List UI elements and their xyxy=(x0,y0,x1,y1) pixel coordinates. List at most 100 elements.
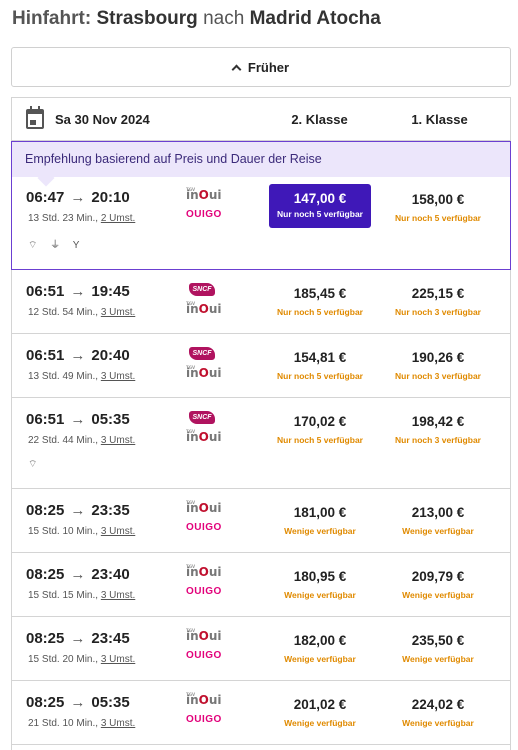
journey-times: 06:47 → 20:10 xyxy=(26,189,130,206)
amenity-icons: ⌔ xyxy=(28,459,43,470)
price-class1[interactable]: 158,00 € xyxy=(388,192,488,207)
table-row[interactable]: 08:25 → 23:40 15 Std. 15 Min., 3 Umst. inO… xyxy=(12,553,510,617)
availability-class1: Nur noch 3 verfügbar xyxy=(395,435,481,445)
price-class2[interactable]: 170,02 € xyxy=(270,414,370,429)
availability-class2: Nur noch 5 verfügbar xyxy=(277,371,363,381)
departure-time: 08:25 xyxy=(26,630,65,647)
availability-class2: Nur noch 5 verfügbar xyxy=(277,307,363,317)
changes-link[interactable]: 3 Umst. xyxy=(101,654,135,665)
changes-link[interactable]: 2 Umst. xyxy=(101,213,135,224)
arrow-right-icon: → xyxy=(70,694,86,711)
arrival-time: 05:35 xyxy=(91,411,130,428)
arrow-right-icon: → xyxy=(70,411,86,428)
journey-times: 08:25 → 23:35 xyxy=(26,502,130,519)
duration: 12 Std. 54 Min., xyxy=(28,307,99,318)
travel-date[interactable]: Sa 30 Nov 2024 xyxy=(55,112,150,127)
table-row[interactable]: 08:25 → 23:35 15 Std. 10 Min., 3 Umst. inO… xyxy=(12,489,510,553)
amenities: ⌔ xyxy=(28,458,42,471)
inoui-logo: inOui xyxy=(186,689,222,706)
table-row[interactable]: 08:25 → 05:35 21 Std. 10 Min., 3 Umst. inO… xyxy=(12,681,510,745)
arrow-right-icon: → xyxy=(70,502,86,519)
changes-link[interactable]: 3 Umst. xyxy=(101,590,135,601)
availability-class2: Wenige verfügbar xyxy=(284,654,356,664)
departure-time: 06:47 xyxy=(26,189,65,206)
journey-meta: 13 Std. 23 Min., 2 Umst. xyxy=(28,213,135,224)
table-row[interactable]: 06:51 → 05:35 22 Std. 44 Min., 3 Umst. ⌔ SN… xyxy=(12,398,510,489)
inoui-logo: inOui xyxy=(186,184,222,201)
inoui-logo: inOui xyxy=(186,561,222,578)
availability-class2: Wenige verfügbar xyxy=(284,526,356,536)
availability-class2: Nur noch 5 verfügbar xyxy=(277,209,363,219)
duration: 22 Std. 44 Min., xyxy=(28,435,99,446)
availability-class1: Wenige verfügbar xyxy=(402,590,474,600)
availability-class2: Wenige verfügbar xyxy=(284,718,356,728)
price-class2: 147,00 € xyxy=(293,191,347,206)
duration: 15 Std. 15 Min., xyxy=(28,590,99,601)
arrow-right-icon: → xyxy=(70,283,86,300)
price-class2[interactable]: 181,00 € xyxy=(270,505,370,520)
availability-class1: Wenige verfügbar xyxy=(402,718,474,728)
availability-class1: Nur noch 3 verfügbar xyxy=(395,371,481,381)
departure-time: 08:25 xyxy=(26,566,65,583)
earlier-button[interactable]: Früher xyxy=(11,47,511,87)
departure-time: 06:51 xyxy=(26,411,65,428)
ouigo-logo: OUIGO xyxy=(186,714,222,725)
price-class1[interactable]: 225,15 € xyxy=(388,286,488,301)
earlier-button-label: Früher xyxy=(247,59,290,75)
journey-meta: 13 Std. 49 Min., 3 Umst. xyxy=(28,371,135,382)
arrow-right-icon: → xyxy=(70,347,86,364)
price-class1[interactable]: 190,26 € xyxy=(388,350,488,365)
arrival-time: 20:40 xyxy=(91,347,130,364)
price-class1[interactable]: 209,79 € xyxy=(388,569,488,584)
changes-link[interactable]: 3 Umst. xyxy=(101,526,135,537)
title-connector: nach xyxy=(203,8,245,29)
title-origin: Strasbourg xyxy=(96,8,198,29)
arrow-right-icon: → xyxy=(70,630,86,647)
price-class2[interactable]: 154,81 € xyxy=(270,350,370,365)
inoui-logo: inOui xyxy=(186,625,222,642)
table-row[interactable]: 08:25 → 23:45 15 Std. 20 Min., 3 Umst. inO… xyxy=(12,617,510,681)
changes-link[interactable]: 3 Umst. xyxy=(101,435,135,446)
availability-class1: Wenige verfügbar xyxy=(402,526,474,536)
availability-class1: Nur noch 3 verfügbar xyxy=(395,307,481,317)
table-row[interactable]: 06:47 → 20:10 13 Std. 23 Min., 2 Umst. ⌔ ⏚… xyxy=(12,141,510,270)
price-class1[interactable]: 198,42 € xyxy=(388,414,488,429)
journey-meta: 15 Std. 10 Min., 3 Umst. xyxy=(28,526,135,537)
departure-time: 06:51 xyxy=(26,283,65,300)
arrival-time: 23:40 xyxy=(91,566,130,583)
sncf-logo: SNCF xyxy=(189,283,215,296)
selected-price-class2[interactable]: 147,00 € Nur noch 5 verfügbar xyxy=(269,184,371,228)
journey-times: 08:25 → 05:35 xyxy=(26,694,130,711)
journey-meta: 12 Std. 54 Min., 3 Umst. xyxy=(28,307,135,318)
arrival-time: 19:45 xyxy=(91,283,130,300)
arrival-time: 20:10 xyxy=(91,189,130,206)
journey-times: 08:25 → 23:40 xyxy=(26,566,130,583)
chevron-up-icon xyxy=(231,64,242,74)
changes-link[interactable]: 3 Umst. xyxy=(101,718,135,729)
journey-times: 06:51 → 20:40 xyxy=(26,347,130,364)
column-header-class1: 1. Klasse xyxy=(411,112,468,127)
price-class1[interactable]: 224,02 € xyxy=(388,697,488,712)
calendar-icon[interactable] xyxy=(26,106,44,129)
duration: 21 Std. 10 Min., xyxy=(28,718,99,729)
inoui-logo: inOui xyxy=(186,426,222,443)
ouigo-logo: OUIGO xyxy=(186,522,222,533)
changes-link[interactable]: 3 Umst. xyxy=(101,307,135,318)
price-class1[interactable]: 235,50 € xyxy=(388,633,488,648)
page-title: Hinfahrt: Strasbourg nach Madrid Atocha xyxy=(12,8,381,30)
table-header: Sa 30 Nov 2024 2. Klasse 1. Klasse xyxy=(12,98,510,141)
price-class2[interactable]: 180,95 € xyxy=(270,569,370,584)
table-row[interactable]: 06:51 → 19:45 12 Std. 54 Min., 3 Umst. SNC… xyxy=(12,270,510,334)
column-header-class2: 2. Klasse xyxy=(291,112,348,127)
sncf-logo: SNCF xyxy=(189,411,215,424)
price-class2[interactable]: 185,45 € xyxy=(270,286,370,301)
price-class2[interactable]: 201,02 € xyxy=(270,697,370,712)
table-row[interactable]: 06:51 → 20:40 13 Std. 49 Min., 3 Umst. SNC… xyxy=(12,334,510,398)
price-class2[interactable]: 182,00 € xyxy=(270,633,370,648)
price-class1[interactable]: 213,00 € xyxy=(388,505,488,520)
changes-link[interactable]: 3 Umst. xyxy=(101,371,135,382)
arrow-right-icon: → xyxy=(70,189,86,206)
arrival-time: 05:35 xyxy=(91,694,130,711)
title-lead: Hinfahrt: xyxy=(12,8,92,29)
ouigo-logo: OUIGO xyxy=(186,650,222,661)
